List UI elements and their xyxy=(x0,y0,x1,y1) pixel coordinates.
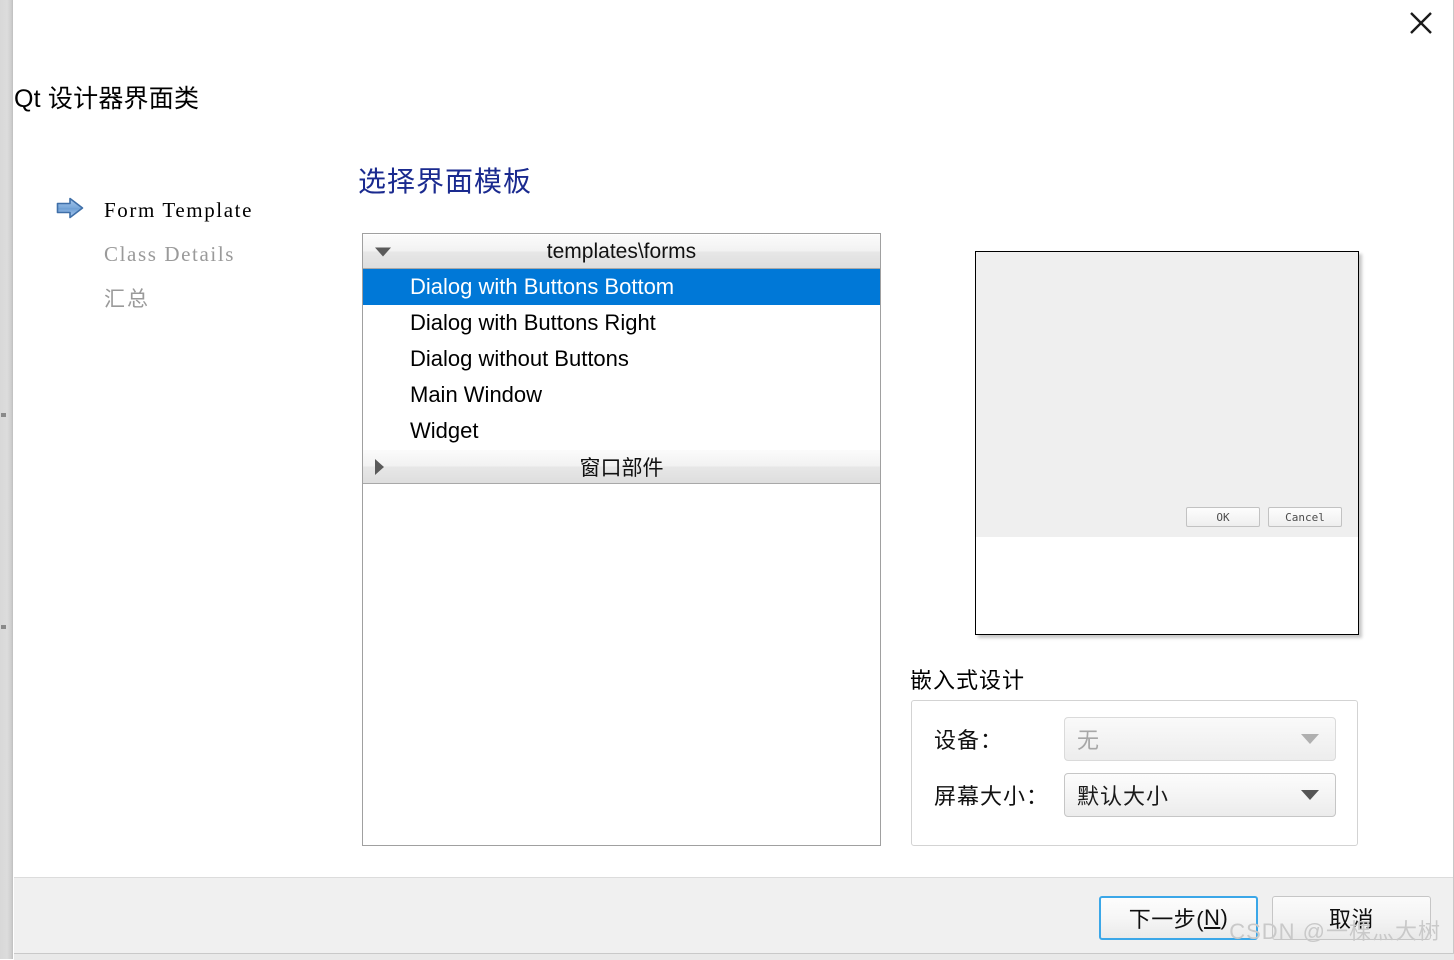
wizard-step-label: Class Details xyxy=(104,242,235,267)
preview-lower-area xyxy=(976,537,1358,634)
device-combobox-value: 无 xyxy=(1065,723,1100,755)
screen-size-label: 屏幕大小： xyxy=(934,779,1049,811)
close-icon xyxy=(1408,10,1434,36)
tree-group-header-widgets[interactable]: 窗口部件 xyxy=(363,449,880,484)
edge-tick xyxy=(1,413,6,417)
tree-item-dialog-with-buttons-right[interactable]: Dialog with Buttons Right xyxy=(363,305,880,341)
wizard-step-list: Form Template Class Details 汇总 xyxy=(42,188,322,320)
wizard-step-summary[interactable]: 汇总 xyxy=(42,276,322,320)
next-button-mnemonic: N xyxy=(1204,905,1220,931)
background-window-edge xyxy=(0,0,13,959)
wizard-step-label: 汇总 xyxy=(104,283,150,313)
screen-size-combobox[interactable]: 默认大小 xyxy=(1064,773,1336,817)
device-label: 设备： xyxy=(934,723,1003,755)
chevron-down-icon[interactable] xyxy=(375,247,391,256)
tree-group-label: templates\forms xyxy=(547,240,696,264)
tree-item-main-window[interactable]: Main Window xyxy=(363,377,880,413)
tree-item-widget[interactable]: Widget xyxy=(363,413,880,449)
wizard-step-form-template[interactable]: Form Template xyxy=(42,188,322,232)
template-section-heading: 选择界面模板 xyxy=(358,160,532,200)
tree-item-dialog-without-buttons[interactable]: Dialog without Buttons xyxy=(363,341,880,377)
preview-dialog-body: OK Cancel xyxy=(976,252,1358,537)
template-preview: OK Cancel xyxy=(975,251,1359,635)
wizard-step-class-details[interactable]: Class Details xyxy=(42,232,322,276)
tree-item-dialog-with-buttons-bottom[interactable]: Dialog with Buttons Bottom xyxy=(363,269,880,305)
qt-form-wizard-dialog: Qt 设计器界面类 Form Template xyxy=(14,0,1454,953)
embedded-design-heading: 嵌入式设计 xyxy=(910,663,1025,695)
next-button-label-end: ) xyxy=(1220,905,1228,931)
embedded-design-group: 设备： 无 屏幕大小： 默认大小 xyxy=(911,700,1358,846)
next-button-label: 下一步( xyxy=(1129,902,1204,934)
preview-ok-button[interactable]: OK xyxy=(1186,507,1260,527)
template-tree[interactable]: templates\forms Dialog with Buttons Bott… xyxy=(362,233,881,846)
dialog-button-group: 下一步(N) 取消 xyxy=(1099,896,1431,940)
preview-cancel-button[interactable]: Cancel xyxy=(1268,507,1342,527)
next-button[interactable]: 下一步(N) xyxy=(1099,896,1258,940)
dialog-button-bar: 下一步(N) 取消 CSDN @一棵灬大树 xyxy=(14,877,1453,954)
tree-item-label: Main Window xyxy=(410,382,542,408)
chevron-down-icon xyxy=(1301,734,1319,744)
screen-size-combobox-value: 默认大小 xyxy=(1065,779,1169,811)
tree-item-label: Dialog with Buttons Bottom xyxy=(410,274,674,300)
chevron-right-icon[interactable] xyxy=(375,459,384,475)
device-row: 设备： 无 xyxy=(912,717,1357,761)
preview-button-box: OK Cancel xyxy=(1186,507,1342,527)
tree-group-label: 窗口部件 xyxy=(580,452,664,482)
edge-tick xyxy=(1,625,6,629)
tree-item-label: Dialog without Buttons xyxy=(410,346,629,372)
wizard-step-label: Form Template xyxy=(104,198,253,223)
device-combobox[interactable]: 无 xyxy=(1064,717,1336,761)
cancel-button[interactable]: 取消 xyxy=(1272,896,1431,940)
arrow-right-icon xyxy=(56,197,84,219)
tree-item-label: Widget xyxy=(410,418,478,444)
close-button[interactable] xyxy=(1391,0,1451,46)
page-title: Qt 设计器界面类 xyxy=(14,79,199,115)
tree-group-header-templates-forms[interactable]: templates\forms xyxy=(363,234,880,269)
screen-size-row: 屏幕大小： 默认大小 xyxy=(912,773,1357,817)
tree-empty-area xyxy=(363,484,880,846)
chevron-down-icon xyxy=(1301,790,1319,800)
tree-item-label: Dialog with Buttons Right xyxy=(410,310,656,336)
